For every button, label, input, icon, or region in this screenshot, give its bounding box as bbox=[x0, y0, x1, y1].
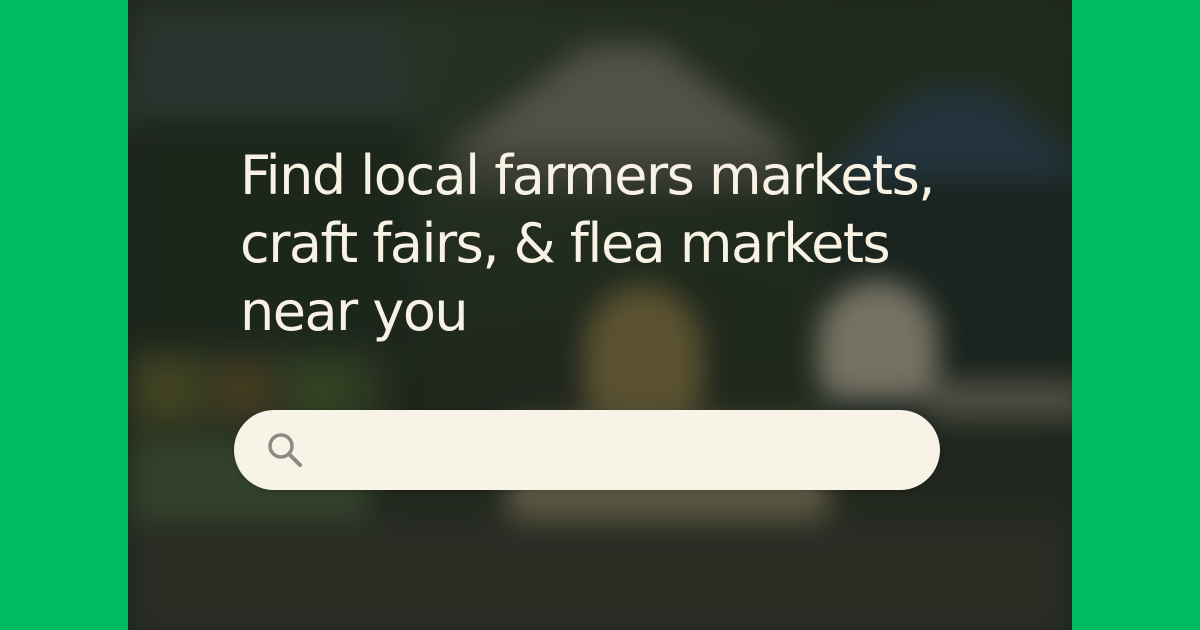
search-input[interactable] bbox=[306, 410, 940, 490]
hero-banner: Find local farmers markets, craft fairs,… bbox=[128, 0, 1072, 630]
headline-line-3: near you bbox=[240, 280, 469, 343]
headline-line-2: craft fairs, & flea markets bbox=[240, 212, 891, 275]
page-frame: Find local farmers markets, craft fairs,… bbox=[0, 0, 1200, 630]
search-bar[interactable] bbox=[234, 410, 940, 490]
search-icon[interactable] bbox=[264, 429, 306, 471]
hero-headline: Find local farmers markets, craft fairs,… bbox=[240, 142, 1040, 346]
headline-line-1: Find local farmers markets, bbox=[240, 144, 935, 207]
